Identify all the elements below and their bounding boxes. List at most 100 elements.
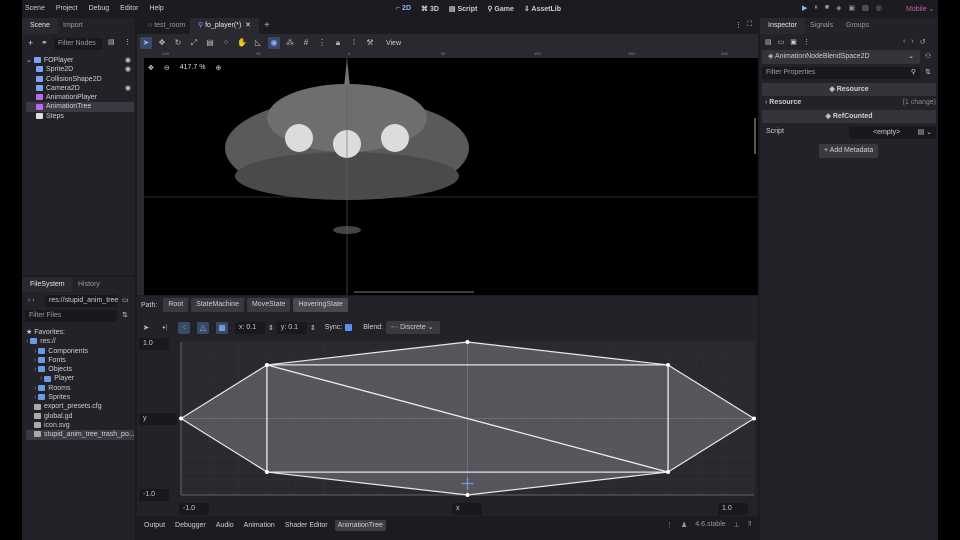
min-x-field[interactable]: -1.0 [179, 503, 209, 515]
file-item[interactable]: › Objects [26, 365, 134, 374]
lock-icon[interactable]: 🔒︎ [332, 37, 344, 49]
scene-tab-test-room[interactable]: ○ test_room [140, 18, 193, 34]
sort-icon[interactable]: ⇅ [925, 68, 931, 76]
file-item[interactable]: › Player [26, 374, 134, 383]
bottom-tab[interactable]: Audio [213, 520, 237, 531]
max-x-field[interactable]: 1.0 [718, 503, 748, 515]
more-icon[interactable]: ⋮ [803, 38, 810, 46]
path-button[interactable]: StateMachine [191, 298, 244, 312]
move-tool-icon[interactable]: ✥ [156, 37, 168, 49]
menu-project[interactable]: Project [56, 5, 78, 12]
add-node-icon[interactable]: + [28, 38, 33, 48]
scene-node[interactable]: CollisionShape2D [26, 75, 134, 84]
menu-debug[interactable]: Debug [89, 5, 110, 12]
file-item[interactable]: › res:// [26, 337, 134, 346]
min-y-field[interactable]: -1.0 [139, 489, 169, 501]
scene-tab-fo-player[interactable]: ⚲ fo_player(*) ✕ [190, 18, 260, 34]
blend-point[interactable] [264, 362, 269, 367]
filter-nodes-input[interactable]: Filter Nodes [54, 38, 102, 50]
path-button[interactable]: MoveState [246, 298, 291, 312]
workspace-assetlib[interactable]: ⇩ AssetLib [524, 5, 561, 13]
canvas-viewport[interactable]: ✥ ⊖ 417.7 % ⊕ [144, 58, 758, 295]
script-value-field[interactable]: <empty> ▤ ⌄ [849, 126, 936, 139]
stop-icon[interactable]: ■ [825, 4, 829, 12]
expand-arrow-icon[interactable]: ⌄ [26, 57, 34, 64]
zoom-in-icon[interactable]: ⊕ [215, 64, 221, 72]
grid-snap-icon[interactable]: ▦ [216, 321, 228, 334]
ruler-icon[interactable]: ◺ [252, 37, 264, 49]
script-icon[interactable]: ▤ [108, 38, 115, 46]
blend-point[interactable] [179, 416, 183, 421]
movie-icon[interactable]: ◎ [876, 4, 882, 12]
snap-y-field[interactable]: y: 0.1 [276, 321, 307, 334]
list-select-icon[interactable]: ▤ [204, 37, 216, 49]
file-item[interactable]: export_presets.cfg [26, 402, 134, 411]
bottom-tab[interactable]: Debugger [172, 520, 209, 531]
file-item[interactable]: ★ Favorites: [26, 328, 134, 337]
pan-icon[interactable]: ✋ [236, 37, 248, 49]
visibility-icon[interactable]: ◉ [125, 65, 131, 74]
sync-checkbox[interactable] [345, 324, 353, 331]
file-item[interactable]: icon.svg [26, 421, 134, 430]
file-item[interactable]: › Components [26, 347, 134, 356]
blend-point[interactable] [752, 416, 756, 421]
open-icon[interactable]: ▭ [778, 38, 785, 46]
file-item[interactable]: global.gd [26, 412, 134, 421]
zoom-out-icon[interactable]: ⊖ [164, 64, 170, 72]
tab-signals[interactable]: Signals [802, 18, 841, 34]
y-label-field[interactable]: y [139, 413, 177, 425]
file-item[interactable]: › Sprites [26, 393, 134, 402]
edit-triangle-icon[interactable]: △ [197, 321, 209, 334]
visibility-icon[interactable]: ◉ [125, 84, 131, 93]
more-icon[interactable]: ⋮ [735, 21, 742, 29]
blendspace-graph[interactable] [179, 338, 759, 500]
max-y-field[interactable]: 1.0 [139, 338, 169, 350]
path-button[interactable]: Root [163, 298, 189, 312]
workspace-game[interactable]: ⚲ Game [487, 5, 514, 13]
remote-debug-icon[interactable]: ◈ [836, 4, 841, 12]
filter-files-input[interactable]: Filter Files [25, 310, 117, 322]
new-tab-icon[interactable]: + [264, 20, 270, 31]
zoom-level[interactable]: 417.7 % [180, 64, 206, 72]
blend-point[interactable] [264, 470, 269, 475]
workspace-script[interactable]: ▤ Script [449, 5, 477, 13]
play-custom-icon[interactable]: ▤ [862, 4, 869, 12]
bone-icon[interactable]: ⚒ [364, 37, 376, 49]
play-icon[interactable]: ▶ [802, 4, 807, 12]
blend-point[interactable] [465, 493, 470, 497]
blend-mode-select[interactable]: -·· Discrete ⌄ [386, 321, 441, 334]
x-label-field[interactable]: x [452, 503, 482, 515]
play-scene-icon[interactable]: ▣ [849, 4, 856, 12]
link-icon[interactable]: ⚭ [41, 38, 48, 47]
workspace-3d[interactable]: ⌘ 3D [421, 5, 439, 13]
layout-toggle-icon[interactable]: ▭ [122, 296, 129, 304]
sort-icon[interactable]: ⇅ [122, 311, 128, 319]
renderer-select[interactable]: Mobile ⌄ [906, 5, 934, 13]
stepper-icon[interactable]: ⇕ [310, 324, 316, 332]
file-item[interactable]: stupid_anim_tree_trash_po... [26, 430, 135, 440]
file-item[interactable]: › Rooms [26, 384, 134, 393]
tab-filesystem[interactable]: FileSystem [22, 277, 73, 292]
blend-point[interactable] [666, 362, 671, 367]
new-resource-icon[interactable]: ▤ [765, 38, 772, 46]
scrollbar[interactable] [754, 118, 756, 154]
bottom-tab[interactable]: Animation [241, 520, 278, 531]
snap-icon[interactable]: ◉ [268, 37, 280, 49]
move-icon[interactable]: ✥ [148, 64, 154, 72]
scene-node[interactable]: Steps [26, 112, 134, 121]
tab-scene[interactable]: Scene [22, 18, 58, 34]
group-icon[interactable]: ⁞ [348, 37, 360, 49]
back-icon[interactable]: ‹ [903, 38, 905, 46]
scene-node[interactable]: AnimationPlayer [26, 93, 134, 102]
save-icon[interactable]: ▣ [790, 38, 797, 46]
history-icon[interactable]: ↺ [920, 38, 926, 46]
create-triangle-icon[interactable]: ⁖ [178, 321, 190, 334]
pivot-icon[interactable]: ⁘ [220, 37, 232, 49]
object-props-icon[interactable]: ⚇ [925, 52, 931, 60]
resource-group[interactable]: › Resource (1 change) [765, 99, 936, 106]
bottom-tab[interactable]: Output [141, 520, 168, 531]
scene-node[interactable]: AnimationTree [26, 102, 134, 112]
menu-scene[interactable]: Scene [25, 5, 45, 12]
tab-import[interactable]: Import [55, 18, 91, 34]
rotate-tool-icon[interactable]: ↻ [172, 37, 184, 49]
